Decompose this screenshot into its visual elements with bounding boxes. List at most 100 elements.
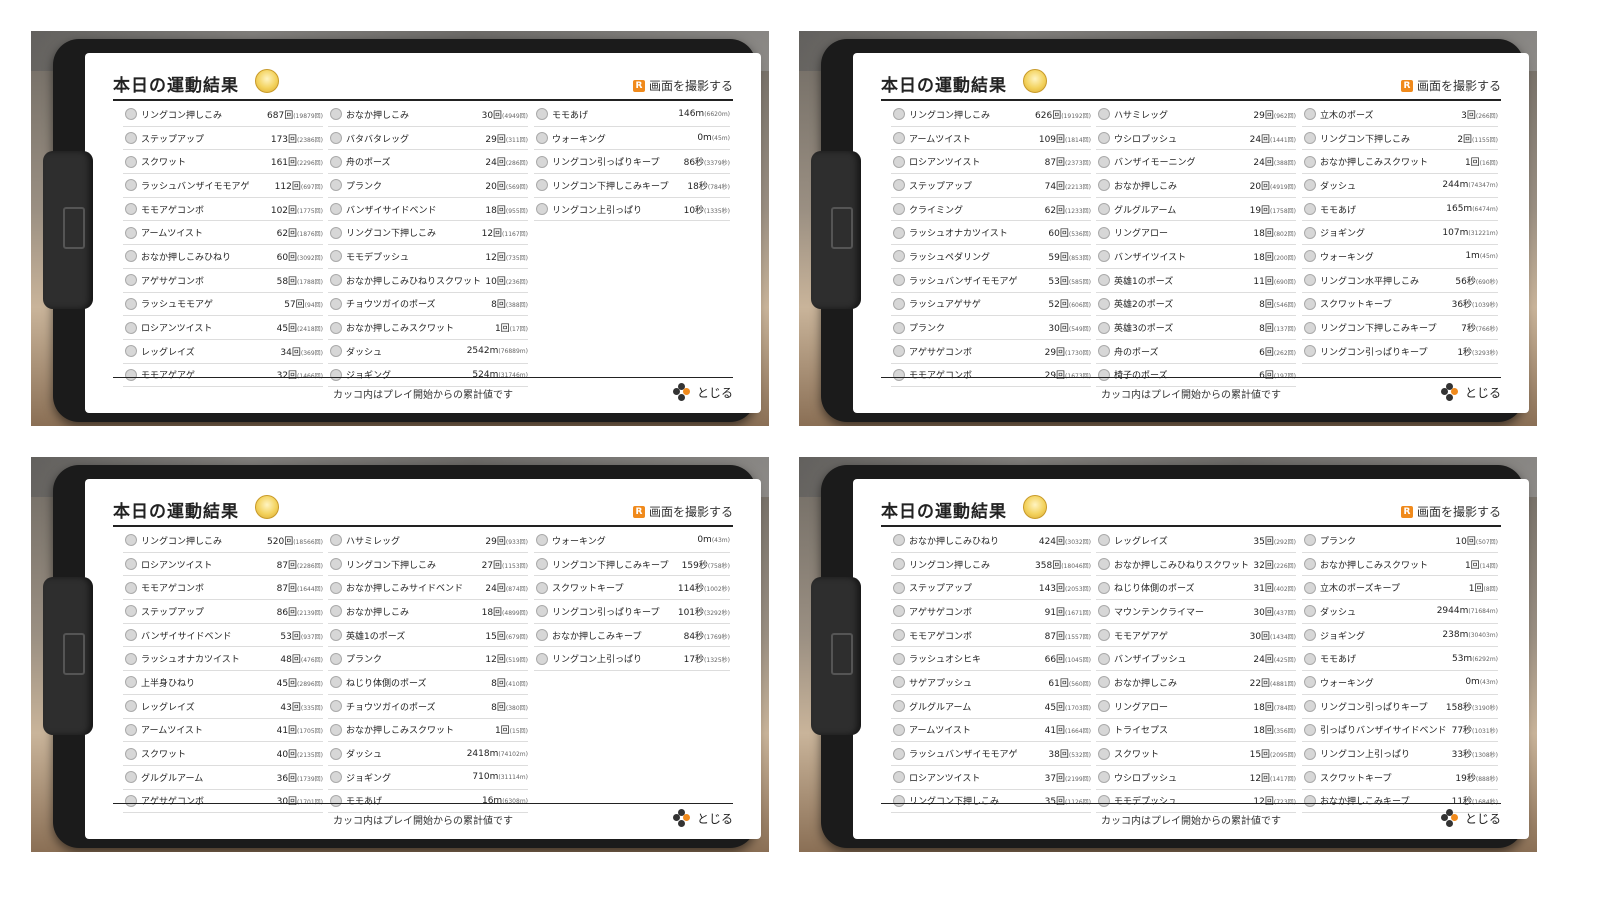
button-dot (1445, 394, 1453, 401)
exercise-value: 41回(1664回) (1045, 723, 1091, 736)
exercise-icon (893, 652, 905, 665)
exercise-name: ロシアンツイスト (141, 324, 213, 335)
total-value: (4881回) (1270, 680, 1296, 688)
exercise-icon (1098, 676, 1110, 689)
exercise-name: ラッシュモモアゲ (141, 300, 214, 311)
exercise-icon (893, 534, 905, 547)
exercise-name: おなか押しこみスクワット (346, 726, 455, 737)
exercise-row: アームツイスト 62回(1876回) (123, 221, 323, 246)
exercise-row: ラッシュモモアゲ 57回(94回) (123, 293, 323, 317)
today-value: 2944m (1436, 606, 1469, 617)
today-value: 3回 (1461, 110, 1476, 121)
exercise-row: おなか押しこみサイドベンド 24回(874回) (328, 576, 528, 601)
exercise-row: ラッシュペダリング 59回(853回) (891, 245, 1091, 269)
exercise-row: おなか押しこみスクワット 1回(14回) (1302, 553, 1498, 577)
exercise-icon (330, 534, 342, 547)
today-value: 8回 (491, 702, 506, 713)
header-divider (113, 525, 733, 527)
exercise-row: バタバタレッグ 29回(311回) (328, 127, 528, 151)
today-value: 24回 (1249, 134, 1271, 145)
today-value: 520回 (267, 536, 294, 547)
exercise-value: 18回(784回) (1253, 700, 1296, 713)
exercise-icon (1098, 250, 1110, 263)
exercise-value: 11回(690回) (1253, 274, 1296, 287)
exercise-value: 6回(262回) (1259, 345, 1296, 358)
today-value: 10秒 (683, 205, 705, 216)
result-screenshot: 本日の運動結果 R 画面を撮影する リングコン押しこみ 626回(19192回) アームツ… (799, 31, 1537, 426)
total-value: (2296回) (297, 160, 323, 168)
cumulative-note: カッコ内はプレイ開始からの累計値です (333, 816, 513, 827)
today-value: 0m (697, 535, 712, 546)
today-value: 34回 (280, 347, 301, 358)
results-panel: 本日の運動結果 R 画面を撮影する おなか押しこみひねり 424回(3032回) リングコ… (853, 479, 1529, 839)
exercise-value: 34回(369回) (280, 345, 323, 358)
exercise-value: 15回(2095回) (1250, 747, 1296, 760)
today-value: 8回 (491, 300, 506, 311)
close-button[interactable]: とじる (1440, 383, 1501, 401)
exercise-icon (1304, 771, 1316, 784)
close-button[interactable]: とじる (672, 809, 733, 827)
today-value: 40回 (276, 750, 298, 761)
total-value: (94回) (304, 302, 323, 310)
exercise-name: 舟のポーズ (1114, 347, 1159, 358)
total-value: (74102m) (498, 750, 528, 758)
exercise-name: ウォーキング (1320, 252, 1374, 263)
exercise-icon (893, 771, 905, 784)
exercise-value: 45回(2896回) (277, 676, 323, 689)
today-value: 626回 (1035, 110, 1062, 121)
exercise-row: モモあげ 165m(6474m) (1302, 198, 1498, 222)
exercise-value: 244m(74347m) (1442, 180, 1498, 190)
total-value: (356回) (1273, 728, 1296, 736)
exercise-name: リングコン下押しこみ (346, 229, 437, 240)
today-value: 112回 (274, 181, 301, 192)
exercise-name: リングコン押しこみ (909, 110, 991, 121)
exercise-name: アームツイスト (909, 726, 971, 737)
total-value: (874回) (505, 586, 528, 594)
total-value: (43m) (1479, 679, 1498, 687)
capture-screen-button[interactable]: R 画面を撮影する (632, 503, 733, 520)
exercise-name: スクワット (141, 750, 187, 761)
exercise-icon (1304, 676, 1316, 689)
capture-screen-button[interactable]: R 画面を撮影する (632, 77, 733, 94)
exercise-row: バンザイツイスト 18回(200回) (1096, 245, 1296, 269)
total-value: (369回) (300, 349, 323, 357)
exercise-name: ラッシュアゲサゲ (909, 300, 981, 311)
today-value: 109回 (1038, 134, 1066, 145)
total-value: (74347m) (1468, 182, 1498, 190)
today-value: 12回 (481, 229, 503, 240)
total-value: (262回) (1273, 349, 1296, 357)
today-value: 1m (1465, 251, 1480, 262)
exercise-name: 引っぱりバンザイサイドベンド (1320, 726, 1447, 737)
exercise-value: 77秒(1031秒) (1452, 723, 1498, 736)
total-value: (2286回) (297, 562, 323, 570)
close-button[interactable]: とじる (1440, 809, 1501, 827)
capture-screen-button[interactable]: R 画面を撮影する (1400, 503, 1501, 520)
exercise-icon (330, 581, 342, 594)
exercise-icon (893, 747, 905, 760)
exercise-row: チョウツガイのポーズ 8回(388回) (328, 293, 528, 317)
exercise-icon (1098, 771, 1110, 784)
today-value: 30回 (1253, 607, 1274, 618)
exercise-name: リングコン上引っぱり (552, 205, 643, 216)
total-value: (30403m) (1468, 632, 1498, 640)
total-value: (853回) (1068, 254, 1091, 262)
total-value: (45m) (1479, 253, 1498, 261)
exercise-name: モモデプッシュ (1114, 797, 1178, 808)
page-title: 本日の運動結果 (881, 502, 1007, 522)
close-button[interactable]: とじる (672, 383, 733, 401)
exercise-name: ジョギング (346, 773, 392, 784)
exercise-row: ラッシュオナカツイスト 48回(476回) (123, 647, 323, 672)
total-value: (18046回) (1061, 562, 1091, 570)
button-cluster-icon (1440, 809, 1459, 827)
exercise-name: グルグルアーム (141, 773, 204, 784)
capture-screen-button[interactable]: R 画面を撮影する (1400, 77, 1501, 94)
today-value: 10回 (485, 276, 506, 287)
exercise-row: バンザイサイドベンド 53回(937回) (123, 624, 323, 648)
exercise-row: ロシアンツイスト 87回(2286回) (123, 553, 323, 577)
exercise-value: 30回(1701回) (277, 794, 323, 807)
exercise-name: リングコン下押しこみ (909, 797, 1000, 808)
exercise-icon (125, 534, 137, 547)
exercise-value: 29回(311回) (485, 132, 528, 145)
exercise-value: 43回(335回) (280, 700, 323, 713)
exercise-row: リングコン押しこみ 520回(18566回) (123, 529, 323, 553)
